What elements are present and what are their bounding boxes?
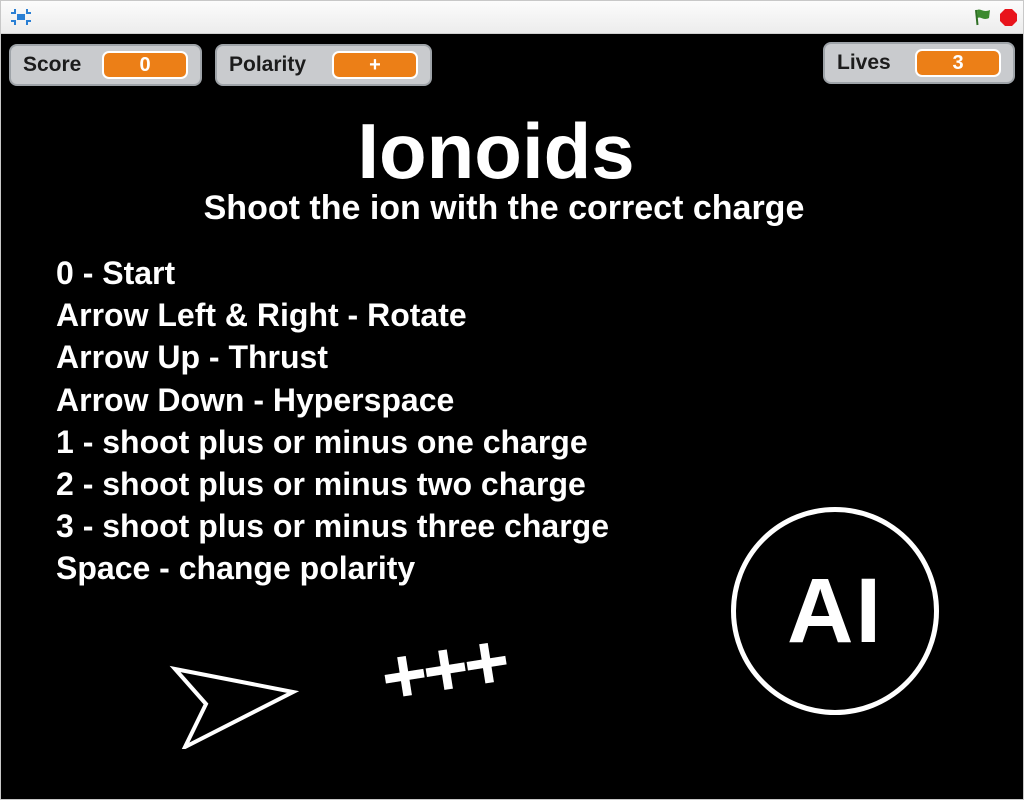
game-title: Ionoids <box>357 107 635 195</box>
instruction-item: 0 - Start <box>56 255 176 291</box>
ai-badge-text: AI <box>787 559 883 662</box>
stop-button[interactable] <box>1000 9 1017 26</box>
score-monitor: Score 0 <box>9 44 202 86</box>
instruction-item: Arrow Left & Right - Rotate <box>56 297 467 334</box>
player-toolbar <box>1 1 1023 34</box>
polarity-monitor: Polarity + <box>215 44 432 86</box>
instruction-item: 1 - shoot plus or minus one charge <box>56 423 588 460</box>
lives-monitor: Lives 3 <box>823 42 1015 84</box>
ion-sprite: +++ <box>374 615 512 723</box>
ai-badge: AI <box>731 507 939 715</box>
lives-value: 3 <box>915 49 1001 77</box>
spaceship-sprite <box>169 659 300 752</box>
green-flag-icon <box>975 9 990 26</box>
lives-label: Lives <box>837 51 891 74</box>
polarity-label: Polarity <box>229 53 307 76</box>
instruction-item: Space - change polarity <box>56 550 416 587</box>
instructions-list: 0 - Start Arrow Left & Right - Rotate Ar… <box>56 252 609 590</box>
fullscreen-button[interactable] <box>10 8 32 26</box>
green-flag-button[interactable] <box>973 8 993 26</box>
stop-sign-icon <box>1000 9 1017 26</box>
spaceship-icon <box>169 665 300 752</box>
game-subtitle: Shoot the ion with the correct charge <box>203 189 805 227</box>
player-window: Score 0 Polarity + Lives 3 Ionoids Shoot… <box>0 0 1024 800</box>
game-stage[interactable]: Score 0 Polarity + Lives 3 Ionoids Shoot… <box>1 34 1023 799</box>
instruction-item: 3 - shoot plus or minus three charge <box>56 508 609 545</box>
instruction-item: 2 - shoot plus or minus two charge <box>56 466 586 503</box>
polarity-value: + <box>332 51 418 79</box>
fullscreen-icon <box>11 9 31 25</box>
score-label: Score <box>23 53 82 76</box>
instruction-item: Arrow Up - Thrust <box>56 339 328 376</box>
score-value: 0 <box>102 51 188 79</box>
instruction-item: Arrow Down - Hyperspace <box>56 381 455 418</box>
